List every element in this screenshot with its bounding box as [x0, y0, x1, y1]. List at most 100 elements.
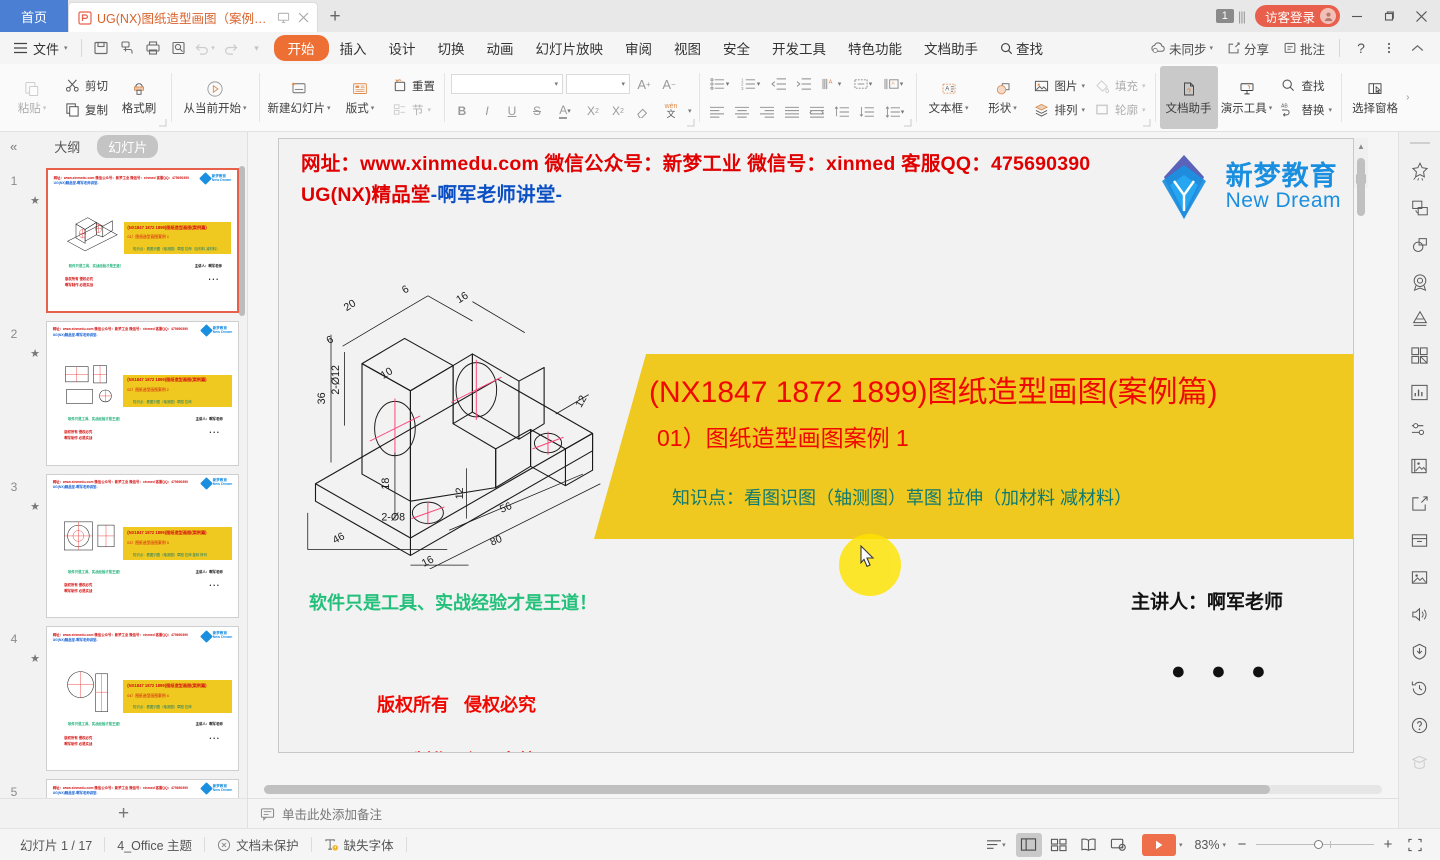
select-pane-button[interactable]: 选择窗格: [1346, 66, 1404, 129]
underline-button[interactable]: U: [501, 101, 523, 121]
slide-subtitle[interactable]: 01）图纸造型画图案例 1: [657, 419, 909, 453]
slide-thumbnail[interactable]: 网址：www.xinmedu.com 微信公众号：新梦工业 微信号：xinmed…: [46, 320, 239, 466]
fit-to-window-button[interactable]: [1402, 833, 1428, 857]
minimize-button[interactable]: [1342, 3, 1372, 29]
undo-icon[interactable]: ▾: [192, 36, 218, 60]
menu-item-transition[interactable]: 切换: [427, 35, 476, 61]
close-window-button[interactable]: [1406, 3, 1436, 29]
view-menu-button[interactable]: ▾: [980, 833, 1012, 857]
present-icon[interactable]: [276, 10, 291, 25]
strikethrough-button[interactable]: S: [526, 101, 548, 121]
view-normal-button[interactable]: [1015, 832, 1042, 857]
present-tool-button[interactable]: 演示工具 ▾: [1218, 66, 1276, 129]
copy-button[interactable]: 复制: [59, 99, 112, 121]
picture-icon[interactable]: [1403, 559, 1437, 596]
slide-count-status[interactable]: 幻灯片 1 / 17: [8, 835, 104, 854]
chart-icon[interactable]: [1403, 374, 1437, 411]
redo-icon[interactable]: [218, 36, 244, 60]
insert-dialog-launcher[interactable]: [1142, 118, 1151, 127]
shapes-icon[interactable]: [1403, 226, 1437, 263]
align-top-button[interactable]: [831, 102, 853, 122]
slide-header-text[interactable]: 网址：www.xinmedu.com 微信公众号：新梦工业 微信号：xinmed…: [301, 149, 1090, 211]
login-button[interactable]: 访客登录: [1254, 5, 1340, 27]
layout-button[interactable]: 版式 ▾: [334, 66, 386, 129]
ribbon-overflow-icon[interactable]: ›: [1404, 66, 1409, 129]
distribute-button[interactable]: [806, 102, 828, 122]
pinyin-guide-button[interactable]: wén 文: [657, 101, 685, 121]
sliders-icon[interactable]: [1403, 411, 1437, 448]
slide-thumbnail[interactable]: 网址：www.xinmedu.com 微信公众号：新梦工业 微信号：xinmed…: [46, 626, 239, 771]
list-item[interactable]: 4 ★ 网址：www.xinmedu.com 微信公众号：新梦工业 微信号：xi…: [0, 622, 247, 775]
text-direction-button[interactable]: A ▾: [818, 74, 846, 94]
slide-title[interactable]: (NX1847 1872 1899)图纸造型画图(案例篇): [649, 367, 1218, 411]
notes-pane[interactable]: 单击此处添加备注: [248, 798, 1398, 828]
tab-list-icon[interactable]: |||: [1238, 9, 1246, 24]
cloud-save-icon[interactable]: [114, 36, 140, 60]
print-icon[interactable]: [140, 36, 166, 60]
picture-button[interactable]: 图片 ▾: [1029, 75, 1090, 97]
new-tab-button[interactable]: +: [318, 2, 352, 32]
align-left-button[interactable]: [706, 102, 728, 122]
slide-slogan[interactable]: 软件只是工具、实战经验才是王道！: [309, 589, 597, 615]
menu-item-start[interactable]: 开始: [273, 35, 329, 61]
find-button[interactable]: 查找: [1276, 75, 1337, 97]
align-right-button[interactable]: [756, 102, 778, 122]
outline-button[interactable]: 轮廓 ▾: [1089, 99, 1150, 121]
fill-button[interactable]: 填充 ▾: [1089, 75, 1150, 97]
italic-button[interactable]: I: [476, 101, 498, 121]
align-text-button[interactable]: ▾: [849, 74, 877, 94]
grid-apps-icon[interactable]: [1403, 337, 1437, 374]
menu-item-review[interactable]: 审阅: [614, 35, 663, 61]
zoom-in-button[interactable]: +: [1376, 834, 1400, 856]
shape-button[interactable]: 形状 ▾: [977, 66, 1029, 129]
document-tab[interactable]: UG(NX)图纸造型画图（案例篇）: [68, 2, 318, 32]
print-preview-icon[interactable]: [166, 36, 192, 60]
shrink-font-button[interactable]: A −: [658, 74, 680, 94]
customize-qat-icon[interactable]: ▾: [244, 36, 270, 60]
textbox-button[interactable]: A 文本框 ▾: [921, 66, 977, 129]
increase-indent-button[interactable]: [793, 74, 815, 94]
list-item[interactable]: 1 ★ 网址：www.xinmedu.com 微信公众号：新梦工业 微信号：xi…: [0, 164, 247, 317]
section-button[interactable]: 节 ▾: [386, 99, 439, 121]
menu-item-security[interactable]: 安全: [712, 35, 761, 61]
grow-font-button[interactable]: A +: [633, 74, 655, 94]
doc-assistant-button[interactable]: 文档助手: [1159, 66, 1218, 129]
magic-wand-icon[interactable]: [1403, 152, 1437, 189]
tab-outline[interactable]: 大纲: [43, 135, 91, 158]
menu-item-devtools[interactable]: 开发工具: [761, 35, 837, 61]
slide-knowledge-points[interactable]: 知识点：看图识图（轴测图）草图 拉伸（加材料 减材料）: [672, 484, 1132, 510]
superscript-button[interactable]: X2: [582, 101, 604, 121]
slide-copyright[interactable]: 版权所有 侵权必究 啊军制作 必是实战: [307, 664, 536, 752]
slideshow-options-icon[interactable]: ▾: [1179, 841, 1183, 849]
reset-button[interactable]: 重置: [386, 75, 439, 97]
export-icon[interactable]: [1403, 485, 1437, 522]
bold-button[interactable]: B: [451, 101, 473, 121]
decrease-indent-button[interactable]: [768, 74, 790, 94]
view-reading-button[interactable]: [1076, 833, 1102, 857]
thumbnail-list[interactable]: 1 ★ 网址：www.xinmedu.com 微信公众号：新梦工业 微信号：xi…: [0, 160, 247, 798]
list-item[interactable]: 5 ★ 网址：www.xinmedu.com 微信公众号：新梦工业 微信号：xi…: [0, 775, 247, 798]
view-sorter-button[interactable]: [1046, 833, 1072, 857]
help-circle-icon[interactable]: [1403, 707, 1437, 744]
menu-item-animation[interactable]: 动画: [476, 35, 525, 61]
slide-vertical-scrollbar[interactable]: ▲ ▼: [1354, 138, 1368, 216]
font-color-button[interactable]: A ▾: [551, 101, 579, 121]
slide-canvas[interactable]: 网址：www.xinmedu.com 微信公众号：新梦工业 微信号：xinmed…: [278, 138, 1354, 753]
menu-item-features[interactable]: 特色功能: [837, 35, 913, 61]
menu-item-insert[interactable]: 插入: [329, 35, 378, 61]
page-badge[interactable]: 1: [1215, 9, 1234, 23]
swap-icon[interactable]: [1403, 189, 1437, 226]
font-dialog-launcher[interactable]: [686, 118, 695, 127]
theme-status[interactable]: 4_Office 主题: [105, 835, 204, 854]
new-slide-button[interactable]: 新建幻灯片 ▾: [264, 66, 334, 129]
numbering-button[interactable]: 1 2 3 ▾: [737, 74, 765, 94]
image-library-icon[interactable]: [1403, 448, 1437, 485]
menu-item-doc-assistant[interactable]: 文档助手: [913, 35, 989, 61]
slide-thumbnail[interactable]: 网址：www.xinmedu.com 微信公众号：新梦工业 微信号：xinmed…: [46, 779, 239, 798]
slide-speaker[interactable]: 主讲人：啊军老师: [1131, 587, 1283, 614]
badge-icon[interactable]: [1403, 263, 1437, 300]
cut-button[interactable]: 剪切: [59, 75, 112, 97]
clipboard-dialog-launcher[interactable]: [158, 118, 167, 127]
font-size-select[interactable]: ▾: [566, 74, 630, 94]
zoom-slider[interactable]: [1256, 840, 1374, 849]
